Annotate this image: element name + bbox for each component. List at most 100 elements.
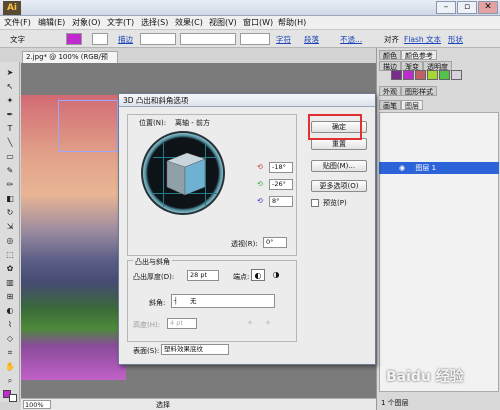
font-family-field[interactable]	[180, 33, 236, 45]
bevel-out-icon[interactable]: ✧	[247, 319, 253, 327]
layer-name[interactable]: 图层 1	[415, 164, 436, 172]
swatch-purple[interactable]	[391, 70, 402, 80]
eyedropper-tool-icon[interactable]: ⌇	[5, 320, 15, 329]
position-dropdown[interactable]: 离轴 - 前方	[175, 118, 210, 128]
restore-button[interactable]: ▫	[457, 1, 477, 14]
selection-bounding-box[interactable]	[58, 100, 118, 152]
blend-tool-icon[interactable]: ◇	[5, 334, 15, 343]
type-label: 文字	[10, 35, 25, 44]
free-transform-tool-icon[interactable]: ⬚	[5, 250, 15, 259]
window-title-bar: Ai – ▫ ✕	[0, 0, 500, 16]
z-rotation-icon: ⟲	[257, 197, 263, 205]
tab-graphic-styles[interactable]: 图形样式	[401, 86, 437, 96]
zoom-field[interactable]: 100%	[23, 400, 51, 409]
cube-icon	[166, 152, 206, 196]
y-rotation-icon: ⟲	[257, 180, 263, 188]
document-tab[interactable]: 2.jpg* @ 100% (RGB/预览)	[22, 51, 118, 72]
status-label: 选择	[156, 401, 170, 409]
bevel-dropdown[interactable]: ┤ 无	[171, 294, 275, 308]
layer-count: 1 个图层	[381, 399, 409, 407]
preview-checkbox[interactable]	[311, 199, 319, 207]
direct-selection-tool-icon[interactable]: ↖	[5, 82, 15, 91]
swatch-lavender[interactable]	[451, 70, 462, 80]
swatch-red[interactable]	[415, 70, 426, 80]
swatch-magenta[interactable]	[403, 70, 414, 80]
character-link[interactable]: 字符	[276, 34, 291, 45]
bevel-in-icon[interactable]: ✧	[265, 319, 271, 327]
menu-view[interactable]: 视图(V)	[209, 17, 237, 28]
tab-color-guide[interactable]: 颜色参考	[401, 50, 437, 60]
pen-tool-icon[interactable]: ✒	[5, 110, 15, 119]
shape-link[interactable]: 形状	[448, 34, 463, 45]
swatch-lime[interactable]	[427, 70, 438, 80]
cap-off-icon[interactable]: ◑	[269, 269, 283, 281]
mesh-tool-icon[interactable]: ⊞	[5, 292, 15, 301]
perspective-field[interactable]: 0°	[263, 237, 287, 248]
font-style-field[interactable]	[240, 33, 270, 45]
extrude-depth-field[interactable]: 28 pt	[187, 270, 219, 281]
z-rotation-field[interactable]: 8°	[269, 196, 293, 207]
surface-dropdown[interactable]: 塑料效果底纹	[161, 344, 229, 355]
scale-tool-icon[interactable]: ⇲	[5, 222, 15, 231]
hand-tool-icon[interactable]: ✋	[5, 362, 15, 371]
warp-tool-icon[interactable]: ◎	[5, 236, 15, 245]
surface-label: 表面(S):	[133, 347, 160, 355]
extrude-depth-label: 凸出厚度(D):	[133, 273, 175, 281]
extrude-section-title: 凸出与斜角	[133, 257, 172, 267]
rotation-trackball[interactable]	[141, 131, 225, 215]
flash-text-link[interactable]: Flash 文本	[404, 34, 441, 45]
height-field[interactable]: 4 pt	[167, 318, 197, 329]
minimize-button[interactable]: –	[436, 1, 456, 14]
more-options-button[interactable]: 更多选项(O)	[311, 180, 367, 192]
menu-edit[interactable]: 编辑(E)	[38, 17, 65, 28]
graph-tool-icon[interactable]: ▥	[5, 278, 15, 287]
tab-appearance[interactable]: 外观	[379, 86, 401, 96]
type-tool-icon[interactable]: T	[5, 124, 15, 133]
magic-wand-tool-icon[interactable]: ✦	[5, 96, 15, 105]
eraser-tool-icon[interactable]: ◧	[5, 194, 15, 203]
watermark: Baidu 经验	[386, 369, 464, 385]
rotate-tool-icon[interactable]: ↻	[5, 208, 15, 217]
gradient-tool-icon[interactable]: ◐	[5, 306, 15, 315]
tab-color[interactable]: 颜色	[379, 50, 401, 60]
position-label: 位置(N):	[139, 119, 167, 127]
map-button[interactable]: 贴图(M)...	[311, 160, 367, 172]
y-rotation-field[interactable]: -26°	[269, 179, 293, 190]
cap-on-icon[interactable]: ◐	[251, 269, 265, 281]
align-label[interactable]: 对齐	[384, 34, 399, 45]
rectangle-tool-icon[interactable]: ▭	[5, 152, 15, 161]
stroke-color-icon[interactable]	[9, 394, 17, 402]
menu-bar: 文件(F) 编辑(E) 对象(O) 文字(T) 选择(S) 效果(C) 视图(V…	[0, 16, 500, 30]
pencil-tool-icon[interactable]: ✏	[5, 180, 15, 189]
tab-brushes[interactable]: 画笔	[379, 100, 401, 110]
selection-tool-icon[interactable]: ➤	[5, 68, 15, 77]
close-button[interactable]: ✕	[478, 1, 498, 14]
bevel-value: 无	[190, 297, 197, 305]
eye-icon[interactable]: ◉	[399, 164, 405, 172]
zoom-tool-icon[interactable]: ⌕	[5, 376, 15, 385]
paragraph-link[interactable]: 段落	[304, 34, 319, 45]
menu-window[interactable]: 窗口(W)	[243, 17, 273, 28]
bevel-preview-icon: ┤	[174, 297, 178, 305]
menu-select[interactable]: 选择(S)	[141, 17, 168, 28]
menu-help[interactable]: 帮助(H)	[278, 17, 306, 28]
x-rotation-field[interactable]: -18°	[269, 162, 293, 173]
layer-row[interactable]: ◉ 图层 1	[379, 162, 499, 174]
fill-color-swatch[interactable]	[66, 33, 82, 45]
tab-layers[interactable]: 图层	[401, 100, 423, 110]
symbol-tool-icon[interactable]: ✿	[5, 264, 15, 273]
right-panels: 颜色 颜色参考 描边 渐变 透明度 外观 图形样式 画笔 图层 ◉ 图层 1 1…	[376, 48, 500, 410]
stroke-weight-field[interactable]	[140, 33, 176, 45]
stroke-color-swatch[interactable]	[92, 33, 108, 45]
opacity-link[interactable]: 不透...	[340, 34, 362, 45]
stroke-label[interactable]: 描边	[118, 34, 133, 45]
swatch-green[interactable]	[439, 70, 450, 80]
slice-tool-icon[interactable]: ⌗	[5, 348, 15, 357]
menu-type[interactable]: 文字(T)	[107, 17, 134, 28]
menu-effect[interactable]: 效果(C)	[175, 17, 203, 28]
ok-highlight-box	[308, 114, 362, 140]
line-tool-icon[interactable]: ╲	[5, 138, 15, 147]
menu-object[interactable]: 对象(O)	[72, 17, 101, 28]
brush-tool-icon[interactable]: ✎	[5, 166, 15, 175]
menu-file[interactable]: 文件(F)	[4, 17, 31, 28]
